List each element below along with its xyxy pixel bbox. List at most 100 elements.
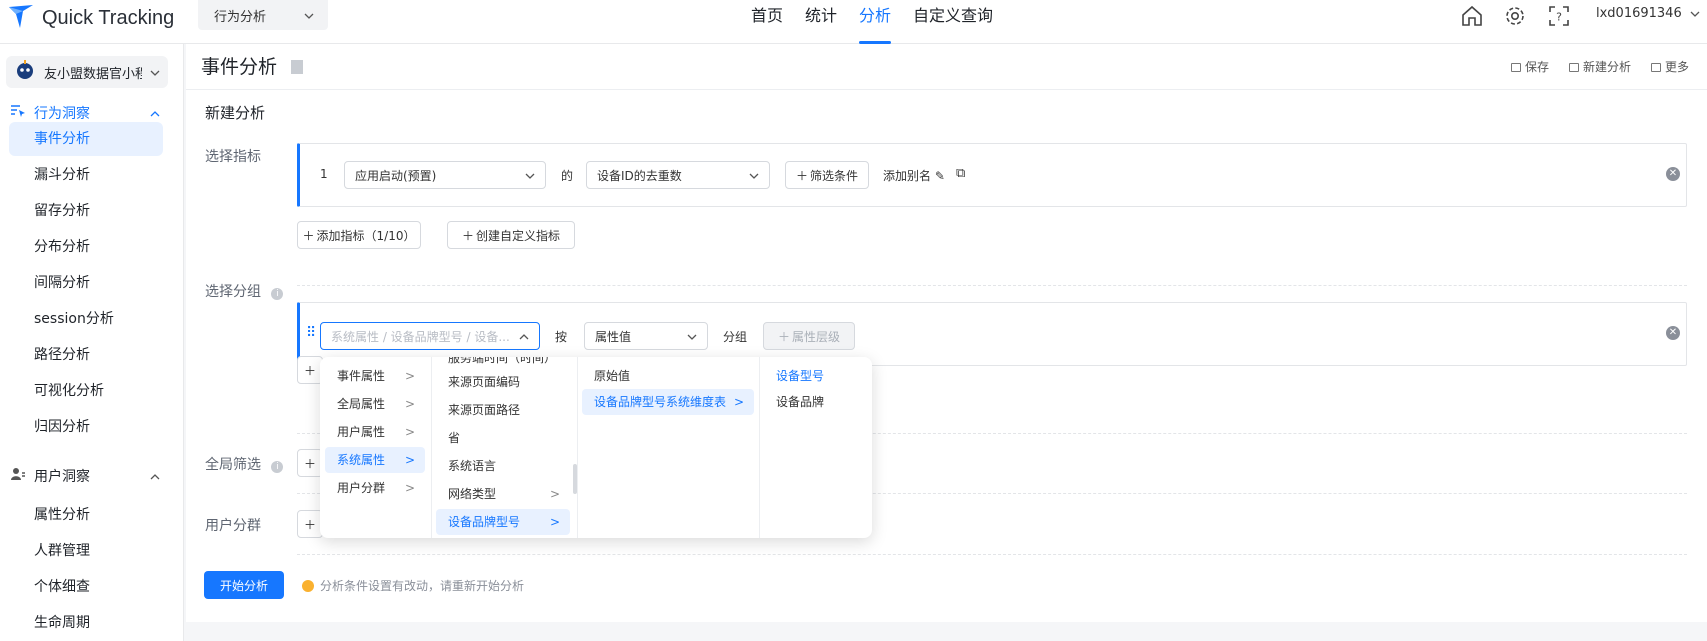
cascader-option[interactable]: 系统语言 xyxy=(436,453,570,479)
value-type-value: 属性值 xyxy=(595,329,632,344)
module-select[interactable]: 行为分析 xyxy=(198,0,328,30)
plus-icon: ＋ xyxy=(777,329,790,344)
chevron-right-icon: > xyxy=(404,453,415,467)
home-icon[interactable] xyxy=(1460,4,1484,28)
sidebar-item-interval[interactable]: 间隔分析 xyxy=(9,266,163,300)
chevron-right-icon: > xyxy=(549,515,560,529)
remove-group-icon[interactable]: ✕ xyxy=(1666,326,1680,340)
add-alias[interactable]: 添加别名 ✎ xyxy=(883,167,945,184)
chevron-down-icon xyxy=(304,8,314,23)
gear-icon[interactable] xyxy=(1503,4,1527,28)
chevron-down-icon xyxy=(525,168,535,182)
chevron-up-icon xyxy=(150,105,160,121)
help-icon[interactable]: ? xyxy=(1547,4,1571,28)
cascader-option[interactable]: 来源页面路径 xyxy=(436,397,570,423)
nav-statistics[interactable]: 统计 xyxy=(794,0,848,44)
option-label: 用户分群 xyxy=(337,481,386,495)
create-custom-metric-button[interactable]: ＋创建自定义指标 xyxy=(447,221,575,249)
pencil-icon: ✎ xyxy=(934,169,945,183)
group-property-placeholder: 系统属性 / 设备品牌型号 / 设备... xyxy=(331,329,510,344)
save-label: 保存 xyxy=(1524,60,1549,74)
cascader-option[interactable]: 来源页面编码 xyxy=(436,369,570,395)
property-level-button[interactable]: ＋属性层级 xyxy=(763,322,855,350)
cascader-option-selected[interactable]: 系统属性 > xyxy=(325,447,425,473)
bookmark-icon[interactable] xyxy=(291,60,304,74)
logo[interactable]: Quick Tracking xyxy=(6,2,174,34)
chevron-down-icon xyxy=(150,65,160,80)
cascader-option-active[interactable]: 设备型号 xyxy=(764,363,864,389)
new-analysis-icon xyxy=(1568,63,1579,72)
of-text: 的 xyxy=(561,169,574,183)
logo-icon xyxy=(6,2,36,34)
add-metric-label: 添加指标（1/10） xyxy=(316,228,416,243)
sidebar-item-attribution[interactable]: 归因分析 xyxy=(9,410,163,444)
sidebar-item-individual[interactable]: 个体细查 xyxy=(9,570,163,604)
group-word: 分组 xyxy=(723,330,748,344)
chevron-right-icon: > xyxy=(733,395,744,409)
filter-condition-label: 筛选条件 xyxy=(810,168,859,183)
event-select-value: 应用启动(预置) xyxy=(355,168,437,183)
option-label: 全局属性 xyxy=(337,397,386,411)
sidebar-item-event-analysis[interactable]: 事件分析 xyxy=(9,122,163,156)
new-analysis-button[interactable]: 新建分析 xyxy=(1568,58,1631,75)
sidebar-item-property-analysis[interactable]: 属性分析 xyxy=(9,498,163,532)
add-metric-button[interactable]: ＋添加指标（1/10） xyxy=(297,221,421,249)
user-menu[interactable]: lxd01691346 xyxy=(1596,6,1700,21)
save-button[interactable]: 保存 xyxy=(1510,58,1549,75)
copy-icon[interactable]: ⧉ xyxy=(956,166,965,181)
start-analysis-button[interactable]: 开始分析 xyxy=(204,571,284,599)
option-label: 设备品牌型号系统维度表 xyxy=(594,395,727,409)
sidebar-item-session[interactable]: session分析 xyxy=(9,302,163,336)
cascader-option-selected[interactable]: 设备品牌型号 > xyxy=(436,509,570,535)
cascader-option[interactable]: 用户分群 > xyxy=(325,475,425,501)
metric-index: 1 xyxy=(320,167,328,181)
by-text: 按 xyxy=(555,330,568,344)
plus-icon: ＋ xyxy=(303,456,316,471)
chevron-right-icon: > xyxy=(404,425,415,439)
chevron-down-icon xyxy=(749,168,759,182)
sidebar-item-visual[interactable]: 可视化分析 xyxy=(9,374,163,408)
cascader-option[interactable]: 全局属性 > xyxy=(325,391,425,417)
sidebar-item-retention[interactable]: 留存分析 xyxy=(9,194,163,228)
measure-select-value: 设备ID的去重数 xyxy=(597,168,682,183)
plus-icon: ＋ xyxy=(795,168,808,183)
nav-custom-query[interactable]: 自定义查询 xyxy=(902,0,1004,44)
drag-handle-icon[interactable]: ⠿ xyxy=(306,325,316,341)
cascader-column-dimension: 原始值 设备品牌型号系统维度表 > xyxy=(578,357,760,538)
chevron-up-icon xyxy=(519,329,529,343)
group-property-input[interactable]: 系统属性 / 设备品牌型号 / 设备... xyxy=(320,322,540,350)
page-title: 事件分析 xyxy=(201,52,304,79)
metric-label: 选择指标 xyxy=(205,149,261,165)
more-button[interactable]: 更多 xyxy=(1650,58,1689,75)
filter-condition-button[interactable]: ＋筛选条件 xyxy=(785,161,869,189)
sidebar-item-lifecycle[interactable]: 生命周期 xyxy=(9,606,163,640)
nav-home[interactable]: 首页 xyxy=(740,0,794,44)
sidebar-item-funnel[interactable]: 漏斗分析 xyxy=(9,158,163,192)
sidebar-item-distribution[interactable]: 分布分析 xyxy=(9,230,163,264)
title-bar: 事件分析 保存 新建分析 更多 xyxy=(186,44,1707,90)
info-icon: i xyxy=(271,461,284,473)
sidebar-item-crowd-management[interactable]: 人群管理 xyxy=(9,534,163,568)
divider xyxy=(297,554,1687,555)
add-alias-label: 添加别名 xyxy=(883,169,932,183)
option-label: 系统属性 xyxy=(337,453,386,467)
cascader-option-selected[interactable]: 设备品牌型号系统维度表 > xyxy=(582,389,754,415)
value-type-select[interactable]: 属性值 xyxy=(584,322,708,350)
cascader-option[interactable]: 事件属性 > xyxy=(325,363,425,389)
new-analysis-label: 新建分析 xyxy=(1582,60,1631,74)
sidebar-group-user[interactable]: 用户洞察 xyxy=(0,462,184,490)
cascader-option[interactable]: 设备品牌 xyxy=(764,389,864,415)
event-select[interactable]: 应用启动(预置) xyxy=(344,161,546,189)
cascader-option[interactable]: 用户属性 > xyxy=(325,419,425,445)
app-select[interactable]: 友小盟数据官小程序 xyxy=(6,56,168,88)
nav-analysis[interactable]: 分析 xyxy=(848,0,902,44)
sidebar-item-path[interactable]: 路径分析 xyxy=(9,338,163,372)
cascader-column-property: 服务端时间（时间） 来源页面编码 来源页面路径 省 系统语言 网络类型 > 设备品… xyxy=(432,357,578,538)
measure-select[interactable]: 设备ID的去重数 xyxy=(586,161,770,189)
segment-label: 用户分群 xyxy=(205,518,261,534)
cascader-option[interactable]: 省 xyxy=(436,425,570,451)
cascader-option[interactable]: 网络类型 > xyxy=(436,481,570,507)
cascader-option[interactable]: 原始值 xyxy=(582,363,754,389)
scrollbar-thumb[interactable] xyxy=(573,464,577,494)
remove-metric-icon[interactable]: ✕ xyxy=(1666,167,1680,181)
